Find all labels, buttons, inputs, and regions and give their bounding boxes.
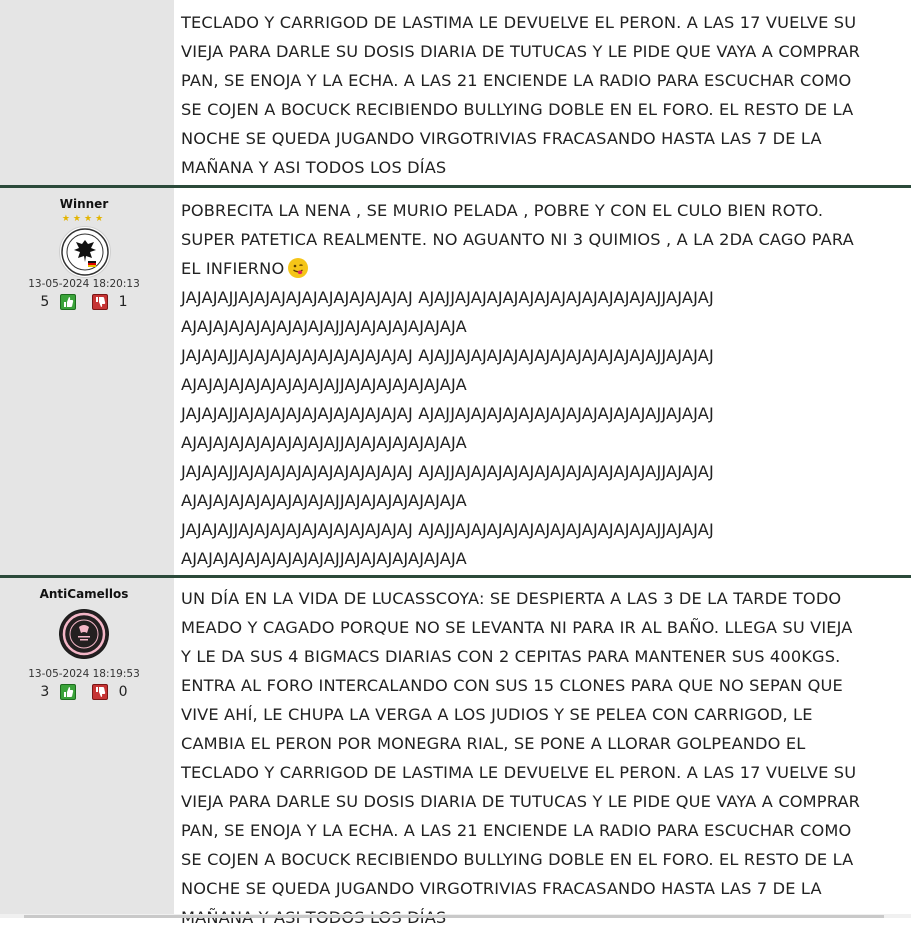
post-body: POBRECITA LA NENA , SE MURIO PELADA , PO… <box>181 196 911 573</box>
post-text-line: CAMBIA EL PERON POR MONEGRA RIAL, SE PON… <box>181 734 806 753</box>
post-text-line: AJAJAJAJAJAJAJAJAJAJJAJAJAJAJAJAJAJA <box>181 549 467 568</box>
post-text-line: SE COJEN A BOCUCK RECIBIENDO BULLYING DO… <box>181 100 854 119</box>
post-text-line-with-emoji: EL INFIERNO <box>181 254 911 283</box>
avatar[interactable] <box>59 609 109 659</box>
post-date: 13-05-2024 18:19:53 <box>28 668 140 680</box>
thumbs-up-icon[interactable] <box>59 684 76 700</box>
post-text-fragment: EL INFIERNO <box>181 259 285 278</box>
post-text-line: AJAJAJAJAJAJAJAJAJAJJAJAJAJAJAJAJAJA <box>181 433 467 452</box>
username[interactable]: AntiCamellos <box>0 587 168 601</box>
dislike-count: 0 <box>118 684 128 700</box>
germany-crest-icon <box>61 228 109 276</box>
post-text-line: JAJAJAJJAJAJAJAJAJAJAJAJAJAJAJ AJAJJAJAJ… <box>181 462 714 481</box>
post-text-line: ENTRA AL FORO INTERCALANDO CON SUS 15 CL… <box>181 676 843 695</box>
post-author-panel <box>0 0 174 185</box>
post-author-panel: AntiCamellos 13-05-2024 18:19:53 3 0 <box>0 578 174 914</box>
forum-post: Winner ★★★★ 13-05-2024 18:20:13 5 1 POBR… <box>0 188 911 575</box>
post-text-line: NOCHE SE QUEDA JUGANDO VIRGOTRIVIAS FRAC… <box>181 129 822 148</box>
post-text-line: AJAJAJAJAJAJAJAJAJAJJAJAJAJAJAJAJAJA <box>181 375 467 394</box>
thumbs-down-icon[interactable] <box>92 684 109 700</box>
post-text-line: UN DÍA EN LA VIDA DE LUCASSCOYA: SE DESP… <box>181 589 842 608</box>
post-text-line: MEADO Y CAGADO PORQUE NO SE LEVANTA NI P… <box>181 618 853 637</box>
post-text-line: AJAJAJAJAJAJAJAJAJAJJAJAJAJAJAJAJAJA <box>181 317 467 336</box>
post-text-line: PAN, SE ENOJA Y LA ECHA. A LAS 21 ENCIEN… <box>181 821 852 840</box>
post-text-line: TECLADO Y CARRIGOD DE LASTIMA LE DEVUELV… <box>181 13 857 32</box>
post-content: POBRECITA LA NENA , SE MURIO PELADA , PO… <box>174 188 911 575</box>
post-author-panel: Winner ★★★★ 13-05-2024 18:20:13 5 1 <box>0 188 174 575</box>
post-body: UN DÍA EN LA VIDA DE LUCASSCOYA: SE DESP… <box>181 584 911 932</box>
post-content: TECLADO Y CARRIGOD DE LASTIMA LE DEVUELV… <box>174 0 911 185</box>
post-body: TECLADO Y CARRIGOD DE LASTIMA LE DEVUELV… <box>181 8 911 182</box>
thumbs-up-icon[interactable] <box>59 294 76 310</box>
post-content: UN DÍA EN LA VIDA DE LUCASSCOYA: SE DESP… <box>174 578 911 927</box>
post-date: 13-05-2024 18:20:13 <box>28 278 140 290</box>
username[interactable]: Winner <box>0 197 168 211</box>
thumbs-down-icon[interactable] <box>92 294 109 310</box>
post-text-line: Y LE DA SUS 4 BIGMACS DIARIAS CON 2 CEPI… <box>181 647 841 666</box>
post-text-line: SE COJEN A BOCUCK RECIBIENDO BULLYING DO… <box>181 850 854 869</box>
post-text-line: JAJAJAJJAJAJAJAJAJAJAJAJAJAJAJ AJAJJAJAJ… <box>181 520 714 539</box>
rank-stars: ★★★★ <box>61 214 107 224</box>
post-text-line: TECLADO Y CARRIGOD DE LASTIMA LE DEVUELV… <box>181 763 857 782</box>
forum-post: TECLADO Y CARRIGOD DE LASTIMA LE DEVUELV… <box>0 0 911 185</box>
post-text-line: VIVE AHÍ, LE CHUPA LA VERGA A LOS JUDIOS… <box>181 705 813 724</box>
post-text-line: POBRECITA LA NENA , SE MURIO PELADA , PO… <box>181 201 824 220</box>
post-text-line: JAJAJAJJAJAJAJAJAJAJAJAJAJAJAJ AJAJJAJAJ… <box>181 404 714 423</box>
avatar[interactable] <box>59 226 111 278</box>
post-text-line: NOCHE SE QUEDA JUGANDO VIRGOTRIVIAS FRAC… <box>181 879 822 898</box>
post-text-line: PAN, SE ENOJA Y LA ECHA. A LAS 21 ENCIEN… <box>181 71 852 90</box>
vote-bar: 3 0 <box>0 684 168 700</box>
horizontal-scrollbar[interactable] <box>0 914 911 918</box>
post-text-line: VIEJA PARA DARLE SU DOSIS DIARIA DE TUTU… <box>181 792 861 811</box>
post-text-line: SUPER PATETICA REALMENTE. NO AGUANTO NI … <box>181 230 854 249</box>
vote-bar: 5 1 <box>0 294 168 310</box>
post-text-line: JAJAJAJJAJAJAJAJAJAJAJAJAJAJAJ AJAJJAJAJ… <box>181 288 714 307</box>
like-count: 5 <box>40 294 50 310</box>
post-text-line: VIEJA PARA DARLE SU DOSIS DIARIA DE TUTU… <box>181 42 861 61</box>
like-count: 3 <box>40 684 50 700</box>
dislike-count: 1 <box>118 294 128 310</box>
post-text-line: JAJAJAJJAJAJAJAJAJAJAJAJAJAJAJ AJAJJAJAJ… <box>181 346 714 365</box>
post-text-line: MAÑANA Y ASI TODOS LOS DÍAS <box>181 158 447 177</box>
post-text-line: AJAJAJAJAJAJAJAJAJAJJAJAJAJAJAJAJAJA <box>181 491 467 510</box>
inter-miami-crest-icon <box>60 610 108 658</box>
smiling-face-tongue-icon <box>288 258 309 278</box>
forum-post: AntiCamellos 13-05-2024 18:19:53 3 0 UN … <box>0 578 911 927</box>
